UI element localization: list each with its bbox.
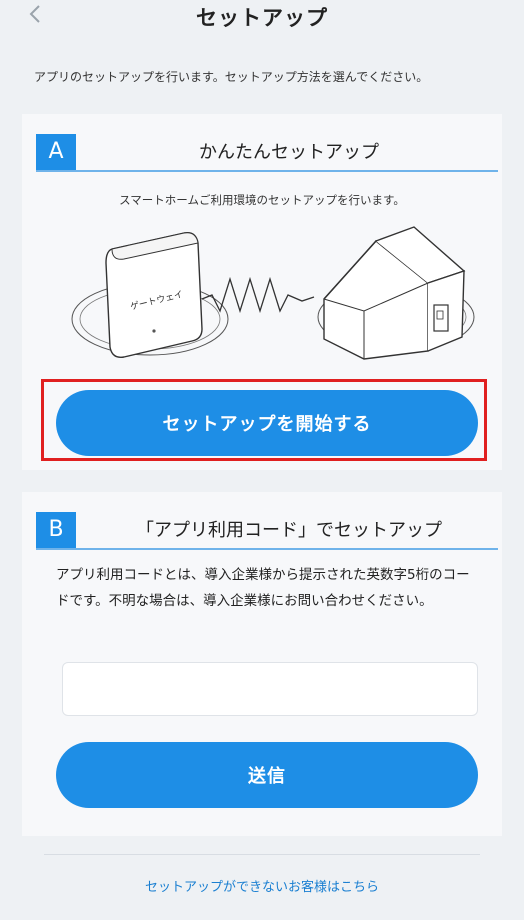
submit-button[interactable]: 送信 (56, 742, 478, 808)
setup-help-link[interactable]: セットアップができないお客様はこちら (0, 876, 524, 895)
app-code-input[interactable] (62, 662, 478, 716)
intro-text: アプリのセットアップを行います。セットアップ方法を選んでください。 (34, 70, 429, 84)
section-b-underline (36, 548, 498, 550)
section-a-description: スマートホームご利用環境のセットアップを行います。 (119, 193, 405, 207)
gateway-device-icon: ゲートウェイ (105, 232, 203, 358)
house-icon (323, 226, 466, 360)
section-b-letter: B (36, 512, 76, 548)
page-title: セットアップ (196, 6, 328, 30)
section-b-header: B 「アプリ利用コード」でセットアップ (36, 512, 502, 552)
section-b-title: 「アプリ利用コード」でセットアップ (136, 520, 442, 541)
connection-zigzag (201, 276, 315, 314)
section-a-letter: A (36, 134, 76, 170)
section-a-title: かんたんセットアップ (199, 142, 379, 163)
section-a-header: A かんたんセットアップ (36, 134, 502, 174)
header-bar: セットアップ (0, 0, 524, 40)
footer-divider (44, 854, 480, 855)
section-b-description: アプリ利用コードとは、導入企業様から提示された英数字5桁のコードです。不明な場合… (56, 567, 470, 609)
section-a-underline (36, 170, 498, 172)
gateway-house-illustration: ゲートウェイ (71, 226, 475, 360)
start-setup-button[interactable]: セットアップを開始する (56, 390, 478, 456)
